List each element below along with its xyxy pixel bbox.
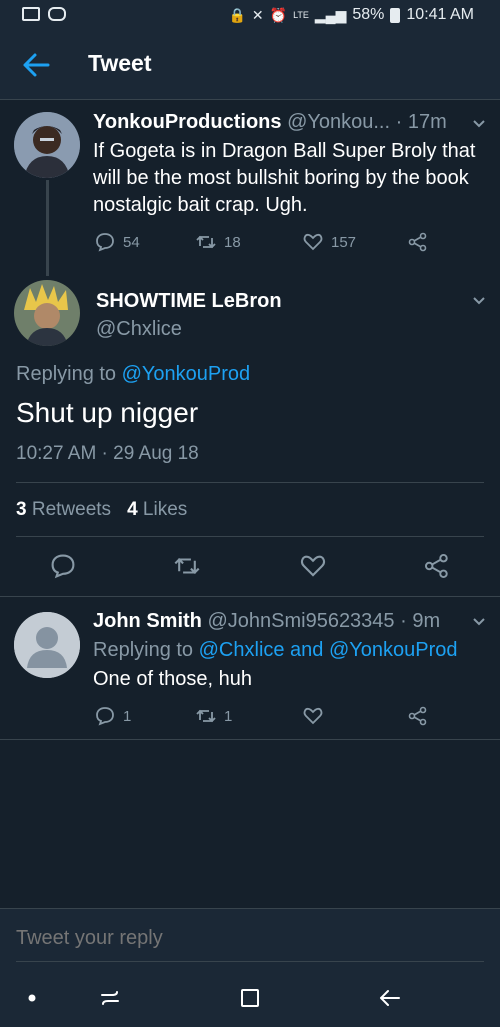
- reply-tweet-header: John Smith @JohnSmi95623345 · 9m: [93, 610, 440, 633]
- main-author-handle[interactable]: @Chxlice: [96, 318, 182, 341]
- gallery-icon: [22, 7, 40, 21]
- replying-to-links[interactable]: @Chxlice and @YonkouProd: [199, 639, 458, 661]
- reply-button[interactable]: 1: [95, 706, 131, 726]
- retweet-count: 1: [224, 707, 233, 725]
- back-arrow-icon[interactable]: [22, 52, 50, 78]
- engagement-stats: 3 Retweets 4 Likes: [16, 499, 187, 521]
- share-icon[interactable]: [424, 553, 450, 579]
- chevron-down-icon[interactable]: [472, 296, 486, 306]
- replying-to: Replying to @YonkouProd: [16, 363, 250, 386]
- reply-tweet-time: · 9m: [400, 610, 441, 632]
- system-nav-bar: [0, 968, 500, 1027]
- avatar-illustration-icon: [14, 112, 80, 178]
- replying-to-prefix: Replying to: [93, 639, 199, 661]
- share-icon: [408, 706, 427, 726]
- recent-apps-icon[interactable]: [98, 986, 122, 1010]
- lte-signal-icon: LTE: [293, 10, 309, 20]
- retweet-count: 18: [224, 233, 241, 251]
- like-button[interactable]: [303, 706, 323, 726]
- reply-count: 54: [123, 233, 140, 251]
- retweet-icon: [196, 235, 216, 249]
- battery-icon: [390, 7, 401, 23]
- retweet-icon: [196, 709, 216, 723]
- likes-stat-label: Likes: [142, 499, 188, 520]
- share-button[interactable]: [408, 232, 428, 252]
- divider: [0, 596, 500, 597]
- likes-stat-count: 4: [127, 499, 138, 520]
- reply-icon: [96, 707, 114, 726]
- replying-to-prefix: Replying to: [16, 363, 122, 385]
- retweets-stat[interactable]: 3 Retweets: [16, 499, 111, 521]
- clock: 10:41 AM: [406, 6, 474, 23]
- main-author-name[interactable]: SHOWTIME LeBron: [96, 290, 282, 313]
- reply-tweet-replying-to: Replying to @Chxlice and @YonkouProd: [93, 639, 458, 662]
- reply-icon[interactable]: [50, 553, 76, 579]
- status-bar: 🔒 ✕ ⏰ LTE ▂▄▆ 58% 10:41 AM: [0, 0, 500, 30]
- reply-count: 1: [123, 707, 132, 725]
- parent-author-handle[interactable]: @Yonkou...: [287, 111, 390, 133]
- chevron-down-icon[interactable]: [472, 617, 486, 627]
- avatar-showtime[interactable]: [14, 280, 80, 346]
- like-count: 157: [331, 233, 357, 251]
- reply-input[interactable]: [16, 927, 476, 950]
- signal-icon: ▂▄▆: [314, 6, 347, 23]
- main-tweet-text: Shut up nigger: [16, 397, 199, 428]
- divider: [0, 739, 500, 740]
- back-icon[interactable]: [378, 986, 402, 1010]
- divider: [16, 536, 484, 537]
- avatar-illustration-icon: [14, 280, 80, 346]
- replying-to-link[interactable]: @YonkouProd: [122, 363, 251, 385]
- likes-stat[interactable]: 4 Likes: [127, 499, 187, 521]
- reply-tweet-text: One of those, huh: [93, 668, 253, 690]
- retweet-icon[interactable]: [174, 553, 200, 579]
- retweets-stat-count: 3: [16, 499, 27, 520]
- reply-icon: [96, 233, 114, 252]
- heart-icon: [303, 707, 323, 725]
- main-tweet-timestamp: 10:27 AM · 29 Aug 18: [16, 443, 199, 464]
- heart-icon: [303, 233, 323, 251]
- retweets-stat-label: Retweets: [31, 499, 112, 520]
- retweet-button[interactable]: 1: [196, 706, 232, 726]
- divider: [16, 482, 484, 483]
- share-icon: [408, 232, 427, 252]
- battery-percent: 58%: [352, 6, 385, 23]
- input-underline: [16, 961, 484, 962]
- parent-tweet-text: If Gogeta is in Dragon Ball Super Broly …: [93, 140, 476, 216]
- lock-icon: 🔒: [228, 6, 246, 23]
- home-icon[interactable]: [238, 986, 262, 1010]
- share-button[interactable]: [408, 706, 428, 726]
- thread-line: [46, 180, 49, 276]
- avatar-yonkou[interactable]: [14, 112, 80, 178]
- parent-tweet-header: YonkouProductions @Yonkou... · 17m: [93, 111, 447, 134]
- chevron-down-icon[interactable]: [472, 119, 486, 129]
- compose-bar: [0, 908, 500, 968]
- mute-icon: ✕: [251, 6, 264, 23]
- parent-author-name[interactable]: YonkouProductions: [93, 111, 282, 133]
- like-button[interactable]: 157: [303, 232, 356, 252]
- retweet-button[interactable]: 18: [196, 232, 241, 252]
- dot-icon[interactable]: [27, 993, 37, 1003]
- page-title: Tweet: [88, 50, 152, 76]
- reply-button[interactable]: 54: [95, 232, 140, 252]
- avatar-default[interactable]: [14, 612, 80, 678]
- app-bar: Tweet: [0, 30, 500, 100]
- reply-author-handle[interactable]: @JohnSmi95623345: [207, 610, 394, 632]
- default-avatar-icon: [14, 612, 80, 678]
- alarm-icon: ⏰: [269, 6, 288, 23]
- reply-author-name[interactable]: John Smith: [93, 610, 202, 632]
- heart-icon[interactable]: [300, 553, 326, 579]
- parent-tweet-time: · 17m: [395, 111, 447, 133]
- discord-icon: [48, 7, 66, 21]
